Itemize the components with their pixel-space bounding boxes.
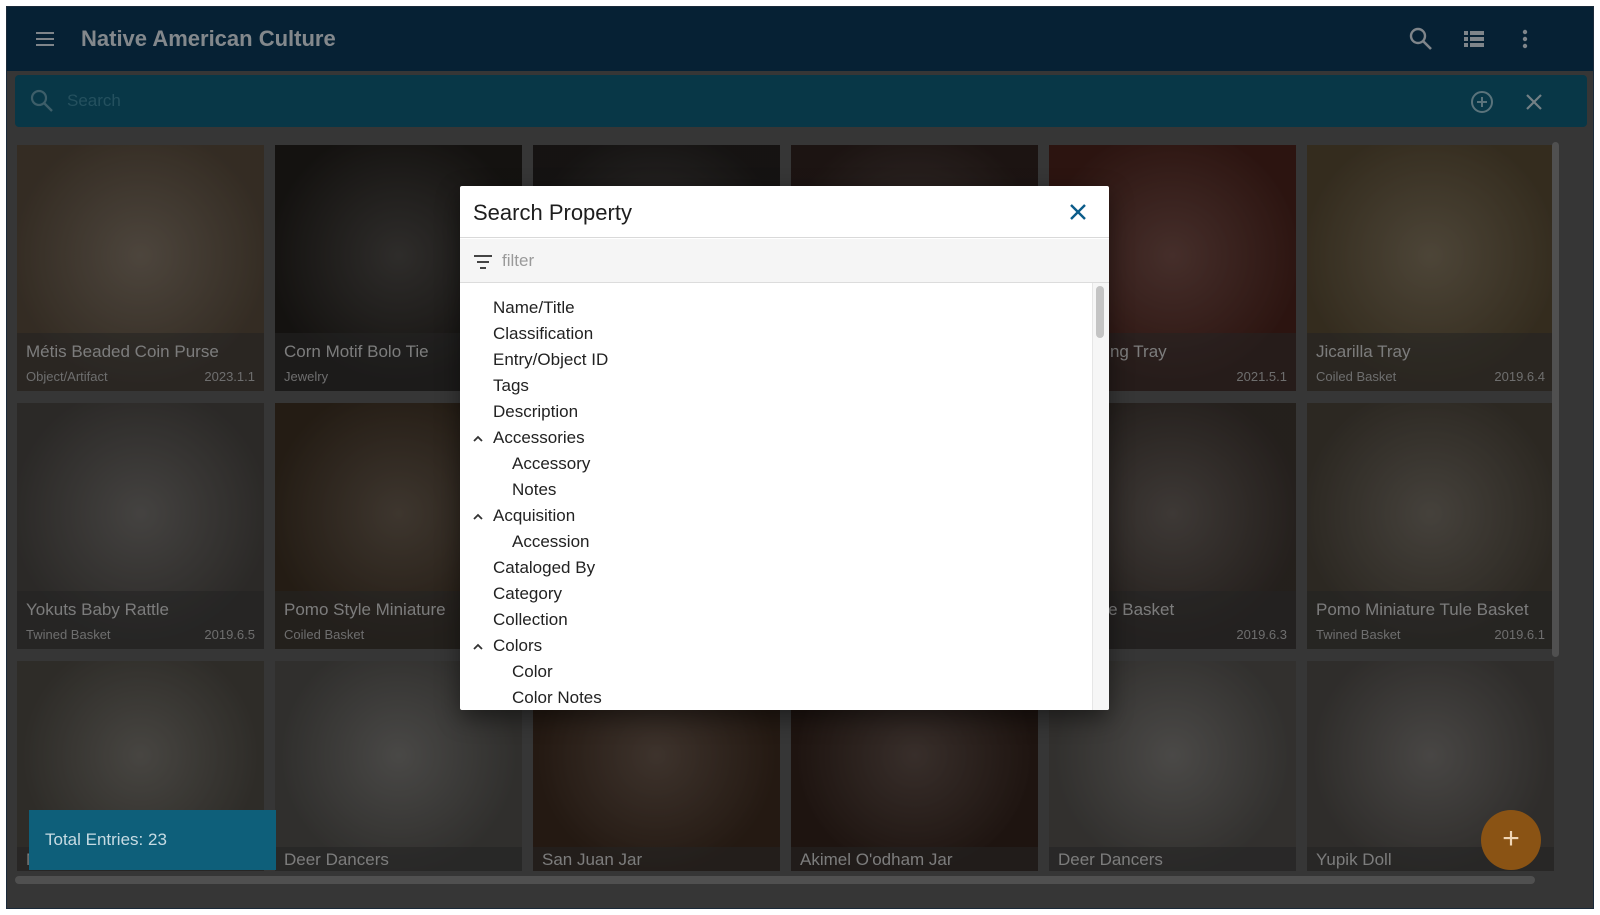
total-entries: Total Entries: 23	[29, 810, 276, 870]
tree-item-label: Cataloged By	[493, 558, 596, 577]
dialog-title: Search Property	[473, 200, 632, 225]
dialog-header: Search Property	[460, 186, 1109, 238]
tree-group[interactable]: Accessories	[460, 425, 1080, 451]
tree-item[interactable]: Classification	[460, 321, 1080, 347]
tree-item[interactable]: Description	[460, 399, 1080, 425]
filter-bar	[460, 239, 1109, 283]
tree-item-label: Tags	[493, 376, 529, 395]
chevron-up-icon[interactable]	[471, 509, 485, 523]
tree-item-label: Accession	[512, 532, 590, 551]
tree-item-label: Colors	[493, 636, 543, 655]
tree-item[interactable]: Name/Title	[460, 295, 1080, 321]
tree-item-label: Accessory	[512, 454, 591, 473]
tree-item[interactable]: Notes	[460, 477, 1080, 503]
tree-item[interactable]: Accessory	[460, 451, 1080, 477]
tree-group[interactable]: Acquisition	[460, 503, 1080, 529]
chevron-up-icon[interactable]	[471, 639, 485, 653]
property-tree: Name/Title Classification Entry/Object ID T…	[460, 290, 1092, 710]
tree-item-label: Entry/Object ID	[493, 350, 609, 369]
tree-item-label: Classification	[493, 324, 594, 343]
tree-item-label: Description	[493, 402, 579, 421]
tree-item-label: Collection	[493, 610, 568, 629]
dialog-scroll-track[interactable]	[1092, 283, 1109, 710]
close-icon[interactable]	[1066, 200, 1090, 224]
tree-item[interactable]: Cataloged By	[460, 555, 1080, 581]
search-property-dialog: Search Property Name/Title Classification…	[460, 186, 1109, 710]
tree-item[interactable]: Accession	[460, 529, 1080, 555]
tree-group[interactable]: Colors	[460, 633, 1080, 659]
tree-item-label: Notes	[512, 480, 557, 499]
tree-item-label: Color	[512, 662, 553, 681]
filter-icon	[472, 251, 494, 273]
tree-item[interactable]: Color	[460, 659, 1080, 685]
tree-item-label: Acquisition	[493, 506, 576, 525]
tree-item-label: Name/Title	[493, 298, 575, 317]
dialog-scrollbar-thumb[interactable]	[1096, 286, 1104, 338]
tree-item[interactable]: Tags	[460, 373, 1080, 399]
tree-item-label: Category	[493, 584, 562, 603]
tree-item-label: Accessories	[493, 428, 585, 447]
tree-item[interactable]: Collection	[460, 607, 1080, 633]
add-entry-button[interactable]: +	[1481, 810, 1541, 870]
tree-item[interactable]: Color Notes	[460, 685, 1080, 710]
tree-item[interactable]: Category	[460, 581, 1080, 607]
filter-input[interactable]	[502, 247, 1062, 275]
tree-item-label: Color Notes	[512, 688, 602, 707]
chevron-up-icon[interactable]	[471, 431, 485, 445]
tree-item[interactable]: Entry/Object ID	[460, 347, 1080, 373]
